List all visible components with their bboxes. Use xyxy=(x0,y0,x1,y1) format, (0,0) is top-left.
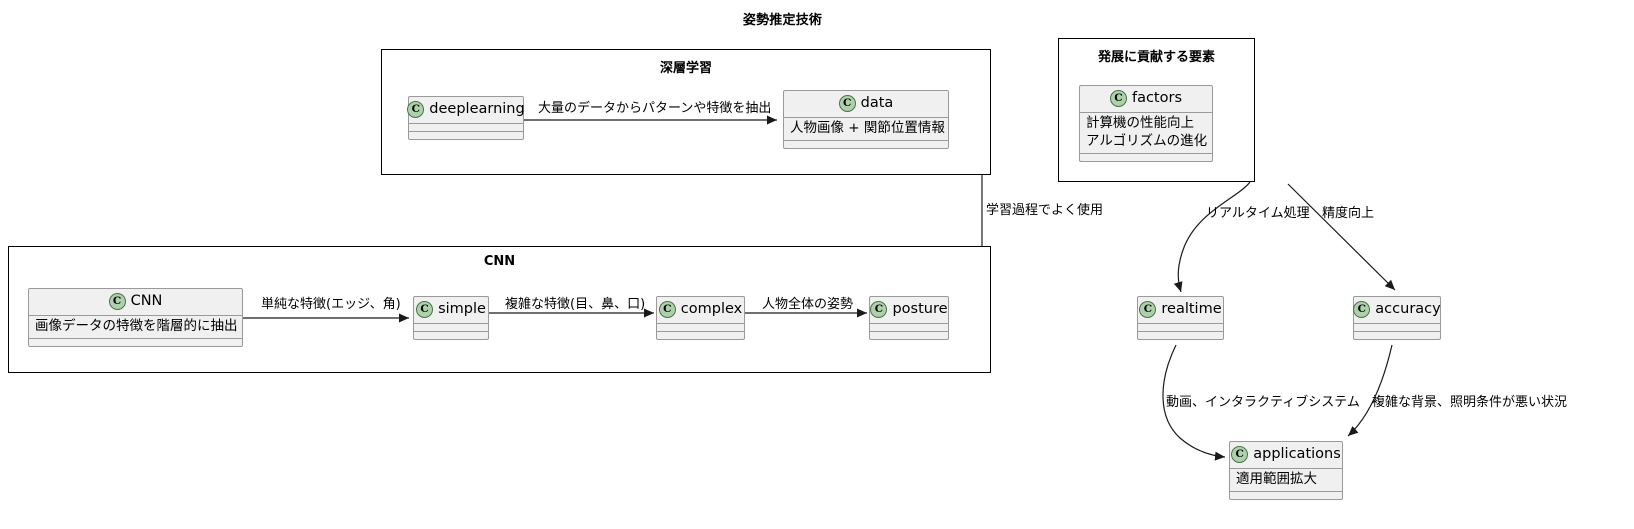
class-realtime[interactable]: C realtime xyxy=(1137,296,1224,340)
class-title: accuracy xyxy=(1375,300,1441,317)
class-title: posture xyxy=(892,300,948,317)
class-operations-compartment xyxy=(870,331,948,339)
edge-label-deeplearning-to-data: 大量のデータからパターンや特徴を抽出 xyxy=(538,101,772,116)
package-title-deeplearning: 深層学習 xyxy=(659,61,712,76)
class-attribute: 計算機の性能向上 xyxy=(1086,115,1194,131)
class-title: factors xyxy=(1131,89,1183,106)
diagram-title: 姿勢推定技術 xyxy=(742,13,823,28)
class-icon: C xyxy=(1231,446,1249,463)
class-icon: C xyxy=(838,95,856,112)
class-attribute: アルゴリズムの進化 xyxy=(1086,132,1208,149)
class-icon: C xyxy=(108,293,126,310)
class-posture[interactable]: C posture xyxy=(869,296,949,340)
class-icon: C xyxy=(1353,301,1371,318)
class-attributes-compartment xyxy=(414,323,488,331)
edge-label-factors-to-accuracy: 精度向上 xyxy=(1322,206,1375,221)
class-icon: C xyxy=(870,301,888,318)
class-title: complex xyxy=(680,300,743,317)
class-icon: C xyxy=(416,301,434,318)
edge-label-deeplearning-to-cnn: 学習過程でよく使用 xyxy=(986,203,1104,218)
class-title: simple xyxy=(438,300,486,317)
class-header-deeplearning: C deeplearning xyxy=(407,97,525,123)
class-title: data xyxy=(860,94,894,111)
class-title: applications xyxy=(1253,445,1341,462)
edge-label-factors-to-realtime: リアルタイム処理 xyxy=(1206,206,1310,221)
class-title: realtime xyxy=(1161,300,1222,317)
class-deeplearning[interactable]: C deeplearning xyxy=(407,96,525,140)
class-operations-compartment xyxy=(1080,152,1212,161)
class-header-posture: C posture xyxy=(870,297,948,323)
class-icon: C xyxy=(407,101,425,118)
class-header-complex: C complex xyxy=(657,297,744,323)
class-operations-compartment xyxy=(414,331,488,339)
class-header-accuracy: C accuracy xyxy=(1353,297,1441,323)
class-header-cnn: C CNN xyxy=(29,289,242,315)
class-attributes-compartment xyxy=(409,123,523,131)
class-header-factors: C factors xyxy=(1080,86,1212,112)
class-header-simple: C simple xyxy=(414,297,488,323)
class-attributes-compartment: 適用範囲拡大 xyxy=(1230,468,1342,491)
class-data[interactable]: C data 人物画像 + 関節位置情報 xyxy=(783,90,949,149)
class-simple[interactable]: C simple xyxy=(413,296,489,340)
class-attribute: 適用範囲拡大 xyxy=(1236,471,1317,487)
package-title-factors: 発展に貢献する要素 xyxy=(1097,50,1215,65)
edge-label-accuracy-to-applications: 複雑な背景、照明条件が悪い状況 xyxy=(1372,395,1568,410)
class-complex[interactable]: C complex xyxy=(656,296,745,340)
class-applications[interactable]: C applications 適用範囲拡大 xyxy=(1229,441,1343,500)
class-attribute: 人物画像 + 関節位置情報 xyxy=(790,120,945,136)
class-cnn[interactable]: C CNN 画像データの特徴を階層的に抽出 xyxy=(28,288,243,347)
class-operations-compartment xyxy=(29,337,242,346)
edge-label-complex-to-posture: 人物全体の姿勢 xyxy=(762,297,854,312)
class-header-data: C data xyxy=(784,91,948,117)
class-factors[interactable]: C factors 計算機の性能向上 アルゴリズムの進化 xyxy=(1079,85,1213,162)
class-operations-compartment xyxy=(1354,331,1440,339)
class-title: CNN xyxy=(130,292,163,309)
class-attributes-compartment: 人物画像 + 関節位置情報 xyxy=(784,117,948,140)
package-title-cnn: CNN xyxy=(483,254,516,269)
diagram-canvas: 姿勢推定技術 深層学習 CNN 発展に貢献する要素 大量のデータからパターンや特… xyxy=(0,0,1634,529)
class-attributes-compartment xyxy=(1354,323,1440,331)
class-attributes-compartment: 画像データの特徴を階層的に抽出 xyxy=(29,315,242,338)
class-operations-compartment xyxy=(657,331,744,339)
class-icon: C xyxy=(658,301,676,318)
class-operations-compartment xyxy=(1138,331,1223,339)
class-header-applications: C applications xyxy=(1230,442,1342,468)
class-attributes-compartment: 計算機の性能向上 アルゴリズムの進化 xyxy=(1080,112,1212,153)
class-attributes-compartment xyxy=(870,323,948,331)
class-icon: C xyxy=(1139,301,1157,318)
class-attribute: 画像データの特徴を階層的に抽出 xyxy=(35,318,238,334)
class-icon: C xyxy=(1109,90,1127,107)
edge-label-simple-to-complex: 複雑な特徴(目、鼻、口) xyxy=(505,297,646,312)
class-attributes-compartment xyxy=(1138,323,1223,331)
edge-label-realtime-to-applications: 動画、インタラクティブシステム xyxy=(1166,395,1360,410)
class-operations-compartment xyxy=(784,139,948,148)
class-operations-compartment xyxy=(409,131,523,139)
class-attributes-compartment xyxy=(657,323,744,331)
class-accuracy[interactable]: C accuracy xyxy=(1353,296,1441,340)
class-header-realtime: C realtime xyxy=(1138,297,1223,323)
class-title: deeplearning xyxy=(429,100,525,117)
edge-label-cnn-to-simple: 単純な特徴(エッジ、角) xyxy=(261,297,401,312)
class-operations-compartment xyxy=(1230,490,1342,499)
